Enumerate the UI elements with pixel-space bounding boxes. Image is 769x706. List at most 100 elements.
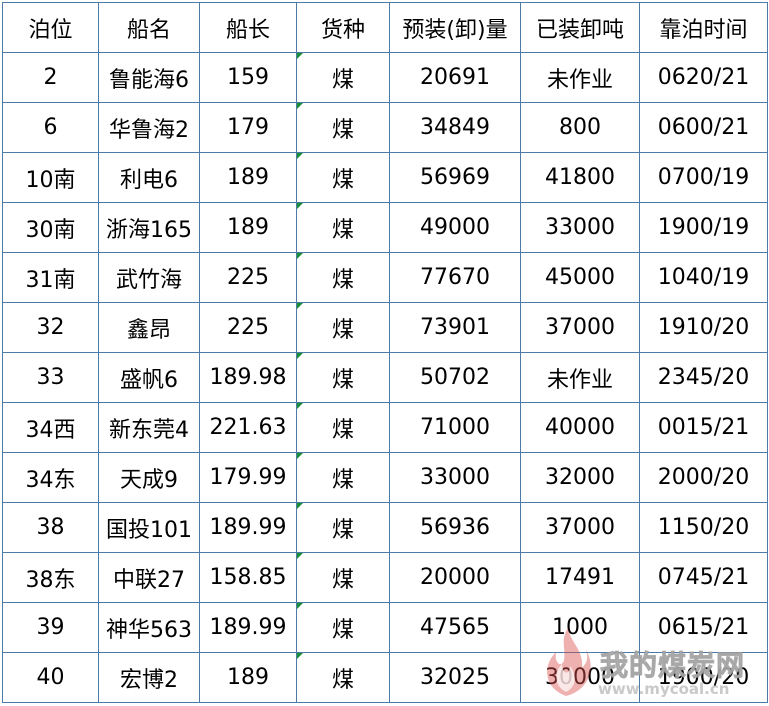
- table-row: 10南 利电6 189 煤 56969 41800 0700/19: [2, 152, 768, 203]
- berth-cell: 31南: [2, 252, 99, 303]
- ship-length-cell: 189: [199, 152, 297, 203]
- berth-cell: 33: [2, 352, 99, 403]
- loaded-tons-cell: 17491: [520, 552, 640, 603]
- planned-load-cell: 20000: [389, 552, 521, 603]
- ship-name-cell: 鲁能海6: [98, 52, 200, 103]
- berth-schedule-table: 泊位 船名 船长 货种 预装(卸)量 已装卸吨 靠泊时间 2 鲁能海6 159 煤 20…: [2, 2, 768, 703]
- berthing-time-cell: 0700/19: [639, 152, 768, 203]
- planned-load-cell: 47565: [389, 602, 521, 653]
- ship-length-cell: 189: [199, 202, 297, 253]
- planned-load-cell: 73901: [389, 302, 521, 353]
- berthing-time-cell: 1150/20: [639, 502, 768, 553]
- table-row: 34东 天成9 179.99 煤 33000 32000 2000/20: [2, 452, 768, 503]
- ship-length-cell: 179.99: [199, 452, 297, 503]
- berthing-time-cell: 1900/19: [639, 202, 768, 253]
- header-loaded-tons: 已装卸吨: [520, 2, 640, 53]
- ship-name-cell: 神华563: [98, 602, 200, 653]
- ship-length-cell: 179: [199, 102, 297, 153]
- planned-load-cell: 71000: [389, 402, 521, 453]
- loaded-tons-cell: 30000: [520, 652, 640, 703]
- ship-name-cell: 宏博2: [98, 652, 200, 703]
- ship-name-cell: 国投101: [98, 502, 200, 553]
- loaded-tons-cell: 37000: [520, 302, 640, 353]
- berthing-time-cell: 1910/20: [639, 302, 768, 353]
- berthing-time-cell: 1040/19: [639, 252, 768, 303]
- planned-load-cell: 34849: [389, 102, 521, 153]
- table-row: 31南 武竹海 225 煤 77670 45000 1040/19: [2, 252, 768, 303]
- header-berthing-time: 靠泊时间: [639, 2, 768, 53]
- planned-load-cell: 33000: [389, 452, 521, 503]
- header-planned-load: 预装(卸)量: [389, 2, 521, 53]
- loaded-tons-cell: 40000: [520, 402, 640, 453]
- ship-length-cell: 225: [199, 252, 297, 303]
- ship-length-cell: 189.98: [199, 352, 297, 403]
- berth-cell: 6: [2, 102, 99, 153]
- loaded-tons-cell: 41800: [520, 152, 640, 203]
- ship-name-cell: 利电6: [98, 152, 200, 203]
- loaded-tons-cell: 37000: [520, 502, 640, 553]
- header-cargo-type: 货种: [296, 2, 390, 53]
- table-row: 38 国投101 189.99 煤 56936 37000 1150/20: [2, 502, 768, 553]
- ship-name-cell: 新东莞4: [98, 402, 200, 453]
- table-row: 40 宏博2 189 煤 32025 30000 1900/20: [2, 652, 768, 703]
- cargo-type-cell: 煤: [296, 452, 390, 503]
- planned-load-cell: 56969: [389, 152, 521, 203]
- berth-cell: 30南: [2, 202, 99, 253]
- table-row: 33 盛帆6 189.98 煤 50702 未作业 2345/20: [2, 352, 768, 403]
- header-ship-length: 船长: [199, 2, 297, 53]
- cargo-type-cell: 煤: [296, 552, 390, 603]
- cargo-type-cell: 煤: [296, 102, 390, 153]
- berthing-time-cell: 0600/21: [639, 102, 768, 153]
- loaded-tons-cell: 800: [520, 102, 640, 153]
- berthing-time-cell: 0615/21: [639, 602, 768, 653]
- ship-length-cell: 225: [199, 302, 297, 353]
- berthing-time-cell: 2000/20: [639, 452, 768, 503]
- loaded-tons-cell: 45000: [520, 252, 640, 303]
- berth-cell: 34东: [2, 452, 99, 503]
- cargo-type-cell: 煤: [296, 202, 390, 253]
- cargo-type-cell: 煤: [296, 652, 390, 703]
- planned-load-cell: 56936: [389, 502, 521, 553]
- ship-name-cell: 浙海165: [98, 202, 200, 253]
- ship-name-cell: 盛帆6: [98, 352, 200, 403]
- ship-name-cell: 华鲁海2: [98, 102, 200, 153]
- ship-name-cell: 武竹海: [98, 252, 200, 303]
- loaded-tons-cell: 1000: [520, 602, 640, 653]
- ship-name-cell: 天成9: [98, 452, 200, 503]
- berth-cell: 32: [2, 302, 99, 353]
- berthing-time-cell: 0620/21: [639, 52, 768, 103]
- berth-cell: 10南: [2, 152, 99, 203]
- cargo-type-cell: 煤: [296, 52, 390, 103]
- cargo-type-cell: 煤: [296, 352, 390, 403]
- berth-cell: 2: [2, 52, 99, 103]
- ship-name-cell: 鑫昂: [98, 302, 200, 353]
- berthing-time-cell: 0015/21: [639, 402, 768, 453]
- berth-cell: 38东: [2, 552, 99, 603]
- cargo-type-cell: 煤: [296, 302, 390, 353]
- ship-length-cell: 158.85: [199, 552, 297, 603]
- loaded-tons-cell: 未作业: [520, 352, 640, 403]
- table-row: 2 鲁能海6 159 煤 20691 未作业 0620/21: [2, 52, 768, 103]
- planned-load-cell: 77670: [389, 252, 521, 303]
- berthing-time-cell: 1900/20: [639, 652, 768, 703]
- table-row: 38东 中联27 158.85 煤 20000 17491 0745/21: [2, 552, 768, 603]
- header-ship-name: 船名: [98, 2, 200, 53]
- ship-length-cell: 189.99: [199, 602, 297, 653]
- berth-cell: 34西: [2, 402, 99, 453]
- ship-name-cell: 中联27: [98, 552, 200, 603]
- cargo-type-cell: 煤: [296, 252, 390, 303]
- loaded-tons-cell: 未作业: [520, 52, 640, 103]
- ship-length-cell: 221.63: [199, 402, 297, 453]
- berth-cell: 39: [2, 602, 99, 653]
- ship-length-cell: 159: [199, 52, 297, 103]
- table-row: 34西 新东莞4 221.63 煤 71000 40000 0015/21: [2, 402, 768, 453]
- berthing-time-cell: 2345/20: [639, 352, 768, 403]
- berth-cell: 40: [2, 652, 99, 703]
- ship-length-cell: 189: [199, 652, 297, 703]
- ship-length-cell: 189.99: [199, 502, 297, 553]
- cargo-type-cell: 煤: [296, 602, 390, 653]
- berthing-time-cell: 0745/21: [639, 552, 768, 603]
- berth-cell: 38: [2, 502, 99, 553]
- planned-load-cell: 49000: [389, 202, 521, 253]
- table-row: 39 神华563 189.99 煤 47565 1000 0615/21: [2, 602, 768, 653]
